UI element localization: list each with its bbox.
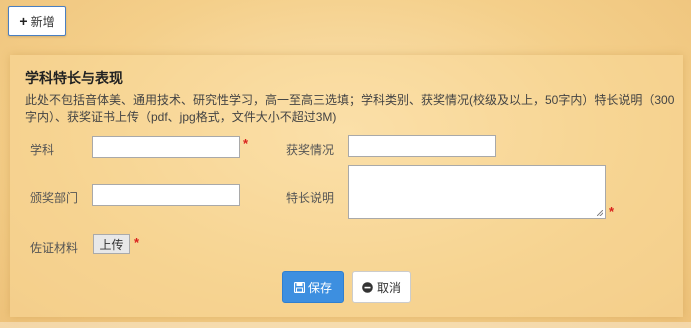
save-icon [293, 281, 305, 293]
resize-grip-icon[interactable] [597, 210, 603, 216]
panel-description: 此处不包括音体美、通用技术、研究性学习，高一至高三选填；学科类别、获奖情况(校级… [25, 93, 675, 124]
issuer-label: 颁奖部门 [30, 191, 79, 205]
plus-icon: + [19, 13, 28, 29]
cancel-button[interactable]: 取消 [352, 271, 411, 303]
panel-title: 学科特长与表现 [25, 70, 123, 86]
upload-button[interactable]: 上传 [93, 234, 130, 254]
award-label: 获奖情况 [286, 143, 335, 157]
evidence-required-mark: * [134, 235, 140, 250]
award-input[interactable] [348, 135, 496, 157]
save-button-label: 保存 [307, 280, 332, 295]
specialty-textarea[interactable] [348, 165, 606, 219]
footer-strip [0, 322, 691, 328]
specialty-required-mark: * [609, 204, 615, 219]
specialty-panel: 学科特长与表现 此处不包括音体美、通用技术、研究性学习，高一至高三选填；学科类别… [10, 55, 683, 317]
subject-input[interactable] [92, 136, 240, 158]
add-button-label: 新增 [30, 14, 55, 29]
subject-required-mark: * [243, 136, 249, 151]
subject-label: 学科 [30, 143, 55, 157]
cancel-button-label: 取消 [376, 280, 401, 295]
issuer-input[interactable] [92, 184, 240, 206]
minus-circle-icon [362, 281, 373, 293]
add-button[interactable]: + 新增 [8, 6, 66, 36]
save-button[interactable]: 保存 [282, 271, 344, 303]
upload-button-label: 上传 [99, 237, 124, 252]
evidence-label: 佐证材料 [30, 241, 79, 255]
specialty-label: 特长说明 [286, 191, 335, 205]
